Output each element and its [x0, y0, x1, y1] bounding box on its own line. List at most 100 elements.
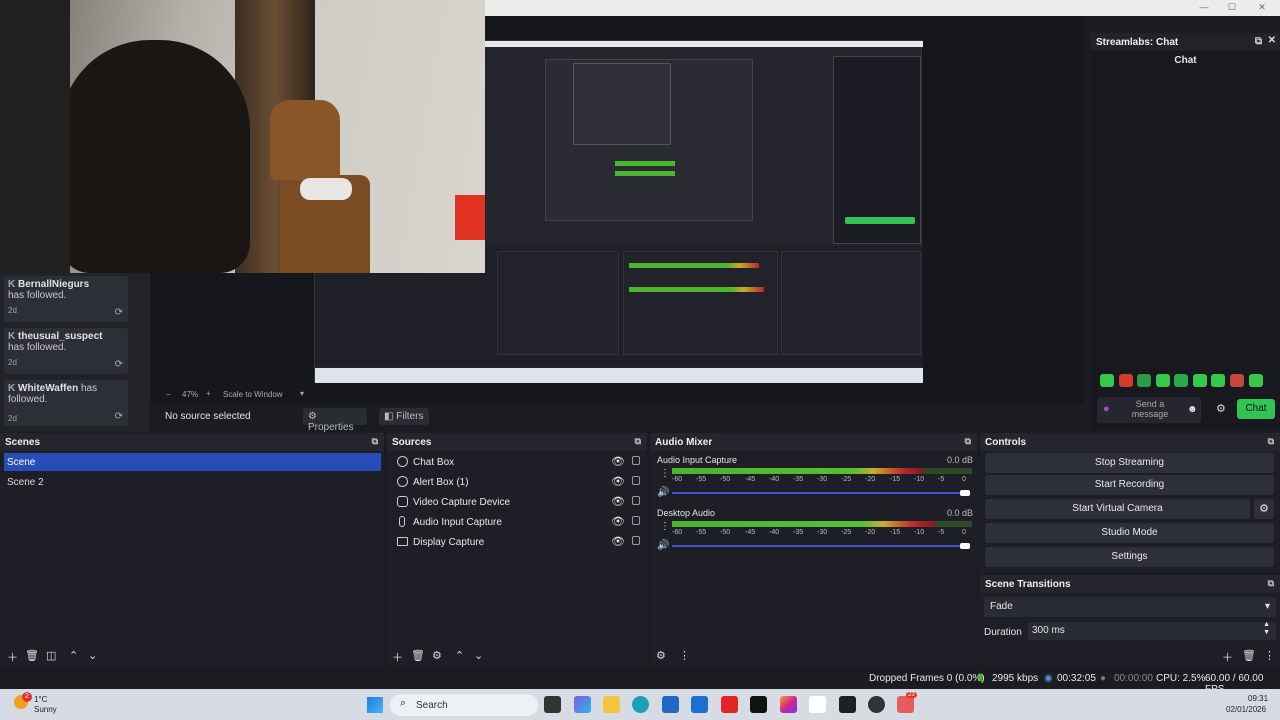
- meter-tick-label: -45: [745, 529, 756, 536]
- meter-tick-label: -45: [745, 476, 756, 483]
- studio-mode-button[interactable]: Studio Mode: [985, 523, 1274, 543]
- spin-arrows-icon[interactable]: ▲ ▼: [1263, 621, 1270, 637]
- menu-icon[interactable]: ⋮: [679, 649, 690, 662]
- obs-icon[interactable]: [868, 696, 885, 713]
- amazon-icon[interactable]: [809, 696, 826, 713]
- popout-icon[interactable]: ⧉: [1255, 36, 1262, 47]
- emoji-icon[interactable]: ☻: [1187, 404, 1198, 415]
- source-item[interactable]: Display Capture 👁: [391, 533, 643, 551]
- scale-mode-select[interactable]: Scale to Window: [223, 390, 283, 399]
- task-view-icon[interactable]: [544, 696, 561, 713]
- source-item[interactable]: Chat Box 👁: [391, 453, 643, 471]
- emote-icon[interactable]: [1249, 374, 1263, 387]
- volume-slider-handle[interactable]: [960, 543, 970, 549]
- transition-select[interactable]: Fade ▾: [984, 597, 1276, 617]
- filter-icon[interactable]: ◫: [46, 649, 56, 662]
- outlook-icon[interactable]: [691, 696, 708, 713]
- emote-icon[interactable]: [1193, 374, 1207, 387]
- add-icon[interactable]: ＋: [7, 649, 18, 665]
- gear-icon[interactable]: ⚙: [1216, 402, 1226, 415]
- start-virtual-camera-button[interactable]: Start Virtual Camera: [985, 499, 1250, 519]
- stop-streaming-button[interactable]: Stop Streaming: [985, 453, 1274, 473]
- menu-icon[interactable]: ⋮: [1264, 649, 1275, 662]
- volume-slider[interactable]: [672, 492, 962, 494]
- minimize-button[interactable]: —: [1194, 0, 1214, 14]
- maximize-button[interactable]: ☐: [1222, 0, 1242, 14]
- replay-icon[interactable]: ⟳: [115, 359, 123, 370]
- eye-icon[interactable]: 👁: [611, 495, 625, 508]
- eye-icon[interactable]: 👁: [611, 535, 625, 548]
- lock-icon[interactable]: [632, 516, 640, 525]
- chevron-down-icon[interactable]: ▾: [300, 389, 304, 398]
- volume-slider[interactable]: [672, 545, 962, 547]
- emote-icon[interactable]: [1137, 374, 1151, 387]
- lock-icon[interactable]: [632, 536, 640, 545]
- settings-button[interactable]: Settings: [985, 547, 1274, 567]
- chat-send-button[interactable]: Chat: [1237, 399, 1275, 419]
- gear-icon[interactable]: ⚙: [432, 649, 442, 662]
- edge-icon[interactable]: [632, 696, 649, 713]
- trash-icon[interactable]: 🗑: [411, 649, 425, 662]
- close-button[interactable]: ✕: [1252, 0, 1272, 14]
- emote-icon[interactable]: [1100, 374, 1114, 387]
- move-up-icon[interactable]: ⌃: [69, 649, 78, 662]
- trash-icon[interactable]: 🗑: [25, 649, 39, 662]
- youtube-icon[interactable]: [721, 696, 738, 713]
- emote-icon[interactable]: [1174, 374, 1188, 387]
- popout-icon[interactable]: ⧉: [1268, 578, 1274, 589]
- add-icon[interactable]: ＋: [392, 649, 403, 665]
- trash-icon[interactable]: 🗑: [1242, 649, 1256, 662]
- popout-icon[interactable]: ⧉: [965, 436, 971, 447]
- copilot-icon[interactable]: [574, 696, 591, 713]
- file-explorer-icon[interactable]: [603, 696, 620, 713]
- channel-db: 0.0 dB: [947, 508, 974, 518]
- lock-icon[interactable]: [632, 496, 640, 505]
- zoom-out-icon[interactable]: −: [166, 390, 171, 399]
- channel-menu-icon[interactable]: ⋮: [660, 521, 670, 532]
- netflix-icon[interactable]: [750, 696, 767, 713]
- move-up-icon[interactable]: ⌃: [455, 649, 464, 662]
- filters-button[interactable]: ◧ Filters: [379, 408, 429, 425]
- popout-icon[interactable]: ⧉: [1268, 436, 1274, 447]
- emote-icon[interactable]: [1119, 374, 1133, 387]
- chat-input[interactable]: ● Send a message ☻: [1097, 397, 1201, 423]
- source-item[interactable]: Alert Box (1) 👁: [391, 473, 643, 491]
- emote-icon[interactable]: [1211, 374, 1225, 387]
- speaker-icon[interactable]: 🔊: [657, 487, 669, 498]
- source-item[interactable]: Audio Input Capture 👁: [391, 513, 643, 531]
- instagram-icon[interactable]: [780, 696, 797, 713]
- taskbar-search[interactable]: ⌕ Search: [390, 694, 538, 716]
- windows-start-icon[interactable]: [367, 697, 383, 713]
- popout-icon[interactable]: ⧉: [372, 436, 378, 447]
- replay-icon[interactable]: ⟳: [115, 307, 123, 318]
- gear-icon[interactable]: ⚙: [1254, 499, 1274, 519]
- lock-icon[interactable]: [632, 476, 640, 485]
- channel-menu-icon[interactable]: ⋮: [660, 468, 670, 479]
- properties-button[interactable]: ⚙ Properties: [303, 408, 367, 433]
- volume-slider-handle[interactable]: [960, 490, 970, 496]
- emote-icon[interactable]: [1230, 374, 1244, 387]
- popout-icon[interactable]: ⧉: [635, 436, 641, 447]
- advanced-audio-icon[interactable]: ⚙: [656, 649, 666, 662]
- eye-icon[interactable]: 👁: [611, 475, 625, 488]
- kick-icon[interactable]: [839, 696, 856, 713]
- zoom-in-icon[interactable]: +: [206, 389, 211, 398]
- scene-item[interactable]: Scene: [4, 453, 381, 471]
- close-icon[interactable]: ✕: [1268, 35, 1276, 46]
- streamlabs-icon[interactable]: [897, 696, 914, 713]
- lock-icon[interactable]: [632, 456, 640, 465]
- eye-icon[interactable]: 👁: [611, 455, 625, 468]
- speaker-icon[interactable]: 🔊: [657, 540, 669, 551]
- scene-item[interactable]: Scene 2: [4, 473, 381, 491]
- eye-icon[interactable]: 👁: [611, 515, 625, 528]
- duration-spinbox[interactable]: 300 ms ▲ ▼: [1028, 621, 1276, 640]
- move-down-icon[interactable]: ⌄: [474, 649, 483, 662]
- move-down-icon[interactable]: ⌄: [88, 649, 97, 662]
- start-recording-button[interactable]: Start Recording: [985, 475, 1274, 495]
- source-item[interactable]: Video Capture Device 👁: [391, 493, 643, 511]
- replay-icon[interactable]: ⟳: [115, 411, 123, 422]
- add-icon[interactable]: ＋: [1222, 649, 1233, 665]
- store-icon[interactable]: [662, 696, 679, 713]
- emote-icon[interactable]: [1156, 374, 1170, 387]
- meter-tick-label: -60: [672, 476, 683, 483]
